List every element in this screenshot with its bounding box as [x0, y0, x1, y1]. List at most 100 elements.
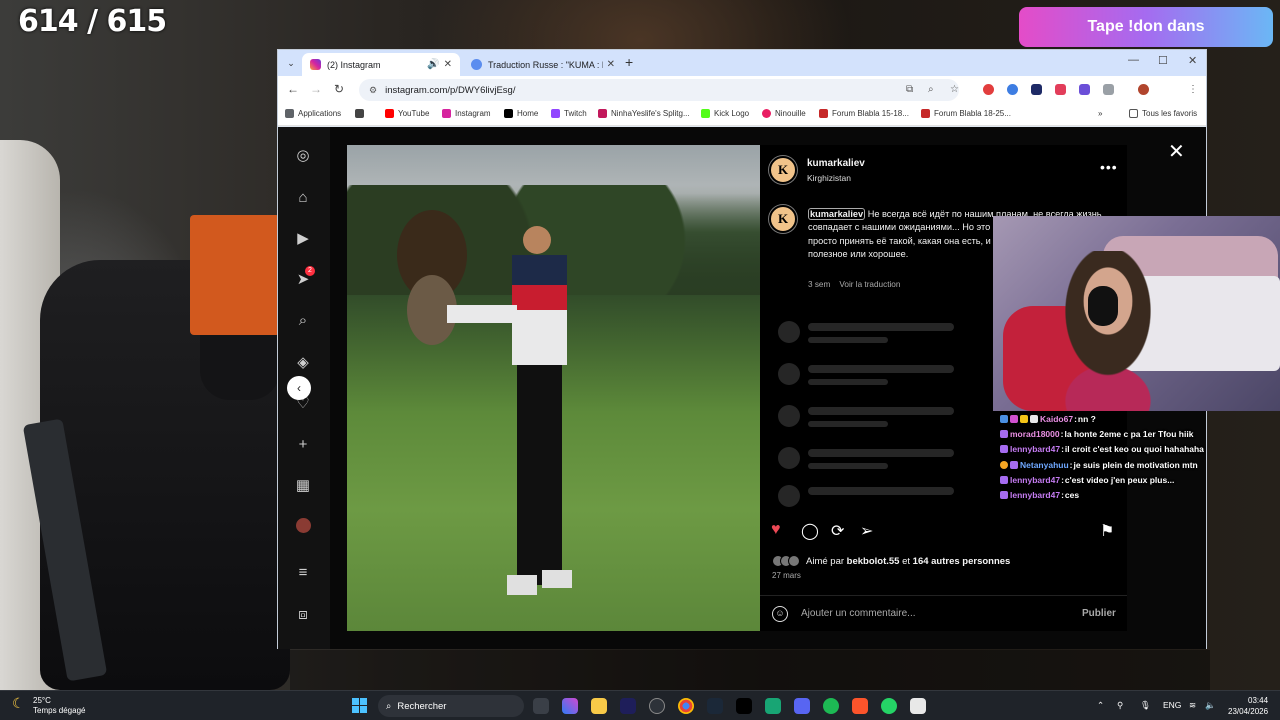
- tiktok-icon[interactable]: [736, 698, 752, 714]
- whatsapp-icon[interactable]: [881, 698, 897, 714]
- tray-overflow-icon[interactable]: ⌃: [1097, 700, 1104, 711]
- liked-user[interactable]: bekbolot.55: [847, 556, 900, 567]
- close-tab-icon[interactable]: ✕: [607, 59, 615, 70]
- discord-icon[interactable]: [794, 698, 810, 714]
- badge-icon: [1020, 414, 1028, 423]
- author-username[interactable]: kumarkaliev: [807, 158, 865, 169]
- close-window-icon[interactable]: ✕: [1188, 54, 1197, 67]
- reels-icon[interactable]: ▶: [294, 230, 312, 248]
- caption-username[interactable]: kumarkaliev: [808, 208, 866, 220]
- extension-red-icon[interactable]: [1055, 84, 1066, 95]
- reload-icon[interactable]: ↻: [334, 82, 344, 96]
- maximize-icon[interactable]: ☐: [1158, 54, 1168, 67]
- direct-messages-icon[interactable]: ➤ 2: [294, 266, 315, 289]
- steam-icon[interactable]: [707, 698, 723, 714]
- premiere-pro-icon[interactable]: [620, 698, 636, 714]
- bookmarks-bar: Applications YouTube Instagram Home Twit…: [278, 104, 1206, 126]
- language-indicator[interactable]: ENG: [1163, 700, 1181, 710]
- taskbar-search[interactable]: ⌕ Rechercher: [378, 695, 524, 717]
- extension-dark-icon[interactable]: [1031, 84, 1042, 95]
- also-from-meta-icon[interactable]: ⧈: [294, 606, 312, 624]
- previous-post-icon[interactable]: ‹: [287, 376, 311, 400]
- microphone-icon[interactable]: 🎙: [1140, 700, 1151, 711]
- brave-icon[interactable]: [852, 698, 868, 714]
- author-avatar[interactable]: K: [769, 156, 797, 184]
- liker-avatar: [788, 555, 800, 567]
- bookmark-ninouille[interactable]: Ninouille: [762, 109, 806, 118]
- bookmark-kick[interactable]: Kick Logo: [701, 109, 749, 118]
- site-info-icon[interactable]: ⚙: [369, 85, 377, 96]
- search-icon[interactable]: ⌕: [294, 312, 312, 330]
- bookmark-home[interactable]: Home: [504, 109, 538, 118]
- profile-avatar-icon[interactable]: [294, 518, 312, 536]
- home-icon[interactable]: ⌂: [294, 189, 312, 207]
- close-modal-icon[interactable]: ✕: [1168, 139, 1185, 164]
- notepad-icon[interactable]: [910, 698, 926, 714]
- spotify-icon[interactable]: [823, 698, 839, 714]
- windows-start-icon[interactable]: [352, 698, 368, 714]
- bookmark-youtube[interactable]: YouTube: [385, 109, 429, 118]
- create-icon[interactable]: +: [294, 436, 312, 454]
- dashboard-icon[interactable]: ▦: [294, 477, 312, 495]
- explore-icon[interactable]: ◈: [294, 354, 312, 372]
- extensions-puzzle-icon[interactable]: [1103, 84, 1114, 95]
- comment-icon[interactable]: ◯: [801, 521, 819, 541]
- post-location[interactable]: Kirghizistan: [807, 173, 851, 183]
- gemini-favicon-icon: [471, 59, 482, 70]
- bookmark-twitch[interactable]: Twitch: [551, 109, 587, 118]
- comment-input[interactable]: Ajouter un commentaire...: [801, 608, 916, 619]
- tab-translation[interactable]: Traduction Russe : "KUMA : Là ✕: [463, 53, 623, 76]
- publish-button[interactable]: Publier: [1082, 608, 1116, 619]
- volume-icon[interactable]: 🔈: [1205, 700, 1216, 711]
- bookmark-applications[interactable]: Applications: [285, 109, 341, 118]
- tab-search-icon[interactable]: ⌄: [284, 55, 298, 71]
- speaker-icon[interactable]: 🔊: [427, 59, 439, 70]
- system-clock[interactable]: 03:44 23/04/2026: [1228, 695, 1268, 717]
- repost-icon[interactable]: ⟳: [831, 521, 844, 541]
- file-explorer-icon[interactable]: [591, 698, 607, 714]
- more-options-icon[interactable]: •••: [1100, 159, 1118, 175]
- app-icon[interactable]: [765, 698, 781, 714]
- all-bookmarks[interactable]: Tous les favoris: [1129, 109, 1197, 118]
- share-icon[interactable]: ➢: [860, 521, 873, 541]
- more-menu-icon[interactable]: ≡: [294, 564, 312, 582]
- save-bookmark-icon[interactable]: ⚑: [1100, 521, 1114, 541]
- like-heart-icon[interactable]: ♥: [771, 521, 781, 539]
- new-tab-icon[interactable]: +: [625, 54, 633, 70]
- bookmarks-overflow-icon[interactable]: »: [1098, 109, 1102, 118]
- back-icon[interactable]: ←: [287, 82, 299, 96]
- extension-shield-icon[interactable]: [1079, 84, 1090, 95]
- menu-kebab-icon[interactable]: ⋮: [1188, 84, 1198, 95]
- zoom-icon[interactable]: ⌕: [928, 84, 934, 95]
- obs-icon[interactable]: [649, 698, 665, 714]
- tray-app-icon[interactable]: ⚲: [1117, 700, 1123, 711]
- install-icon[interactable]: ⧉: [906, 84, 913, 95]
- bookmark-star-icon[interactable]: ☆: [950, 84, 959, 95]
- address-bar[interactable]: ⚙ instagram.com/p/DWY6livjEsg/: [359, 79, 959, 101]
- chat-username: morad18000: [1010, 428, 1060, 439]
- badge-icon: [1000, 445, 1008, 454]
- bookmark-forum-15-18[interactable]: Forum Blabla 15-18...: [819, 109, 909, 118]
- minimize-icon[interactable]: —: [1128, 54, 1139, 66]
- bookmark-forum-18-25[interactable]: Forum Blabla 18-25...: [921, 109, 1011, 118]
- liked-others[interactable]: 164 autres personnes: [913, 556, 1011, 567]
- chrome-icon[interactable]: [678, 698, 694, 714]
- caption-avatar[interactable]: K: [769, 205, 797, 233]
- instagram-logo-icon[interactable]: ◎: [294, 147, 312, 165]
- extension-audio-icon[interactable]: [1007, 84, 1018, 95]
- bookmark-label: NinhaYeslife's Splitg...: [611, 109, 690, 118]
- close-tab-icon[interactable]: ✕: [444, 59, 452, 70]
- wifi-icon[interactable]: ≋: [1189, 700, 1196, 711]
- forward-icon[interactable]: →: [310, 82, 322, 96]
- bookmark-splitgate[interactable]: NinhaYeslife's Splitg...: [598, 109, 690, 118]
- emoji-icon[interactable]: ☺: [772, 606, 788, 622]
- translate-link[interactable]: Voir la traduction: [839, 280, 900, 289]
- copilot-icon[interactable]: [562, 698, 578, 714]
- bookmark-instagram[interactable]: Instagram: [442, 109, 491, 118]
- loading-skeleton: [778, 321, 800, 343]
- task-view-icon[interactable]: [533, 698, 549, 714]
- tab-instagram[interactable]: (2) Instagram 🔊 ✕: [302, 53, 460, 76]
- bookmark-grid[interactable]: [355, 109, 368, 118]
- extension-opera-icon[interactable]: [983, 84, 994, 95]
- profile-avatar[interactable]: [1138, 84, 1149, 95]
